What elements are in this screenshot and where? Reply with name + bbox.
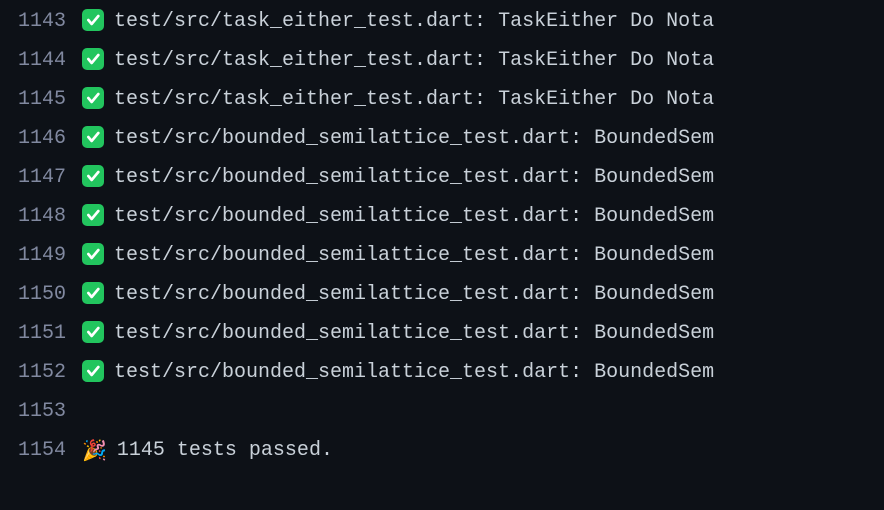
checkmark-icon (82, 87, 104, 109)
checkmark-icon (82, 282, 104, 304)
line-content: test/src/bounded_semilattice_test.dart: … (82, 314, 714, 353)
line-number: 1150 (0, 275, 82, 314)
line-number: 1154 (0, 431, 82, 470)
log-line: 1144 test/src/task_either_test.dart: Task… (0, 41, 884, 80)
log-line: 1150 test/src/bounded_semilattice_test.da… (0, 275, 884, 314)
line-text: test/src/bounded_semilattice_test.dart: … (114, 361, 714, 384)
log-line: 1153 (0, 392, 884, 431)
line-content: test/src/task_either_test.dart: TaskEith… (82, 41, 714, 80)
line-content: test/src/bounded_semilattice_test.dart: … (82, 119, 714, 158)
line-number: 1152 (0, 353, 82, 392)
line-text: test/src/bounded_semilattice_test.dart: … (114, 322, 714, 345)
line-text: test/src/bounded_semilattice_test.dart: … (114, 244, 714, 267)
checkmark-icon (82, 243, 104, 265)
line-number: 1149 (0, 236, 82, 275)
line-text: test/src/bounded_semilattice_test.dart: … (114, 283, 714, 306)
line-text: test/src/bounded_semilattice_test.dart: … (114, 205, 714, 228)
line-number: 1147 (0, 158, 82, 197)
checkmark-icon (82, 126, 104, 148)
line-content: test/src/bounded_semilattice_test.dart: … (82, 275, 714, 314)
line-content: test/src/bounded_semilattice_test.dart: … (82, 197, 714, 236)
checkmark-icon (82, 48, 104, 70)
line-text: 1145 tests passed. (117, 439, 333, 462)
log-line: 1152 test/src/bounded_semilattice_test.da… (0, 353, 884, 392)
line-number: 1145 (0, 80, 82, 119)
line-content: test/src/bounded_semilattice_test.dart: … (82, 236, 714, 275)
line-number: 1143 (0, 2, 82, 41)
line-content: test/src/task_either_test.dart: TaskEith… (82, 80, 714, 119)
line-number: 1144 (0, 41, 82, 80)
line-content: test/src/bounded_semilattice_test.dart: … (82, 353, 714, 392)
log-line: 1143 test/src/task_either_test.dart: Task… (0, 2, 884, 41)
log-line: 1145 test/src/task_either_test.dart: Task… (0, 80, 884, 119)
checkmark-icon (82, 360, 104, 382)
line-content: 🎉 1145 tests passed. (82, 431, 333, 472)
checkmark-icon (82, 9, 104, 31)
line-text: test/src/task_either_test.dart: TaskEith… (114, 10, 714, 33)
line-number: 1146 (0, 119, 82, 158)
checkmark-icon (82, 165, 104, 187)
log-line: 1151 test/src/bounded_semilattice_test.da… (0, 314, 884, 353)
log-line: 1149 test/src/bounded_semilattice_test.da… (0, 236, 884, 275)
party-popper-icon: 🎉 (82, 433, 107, 472)
line-number: 1151 (0, 314, 82, 353)
log-line: 1154🎉 1145 tests passed. (0, 431, 884, 470)
test-output-log: 1143 test/src/task_either_test.dart: Task… (0, 2, 884, 470)
checkmark-icon (82, 321, 104, 343)
line-number: 1148 (0, 197, 82, 236)
log-line: 1147 test/src/bounded_semilattice_test.da… (0, 158, 884, 197)
line-text: test/src/bounded_semilattice_test.dart: … (114, 127, 714, 150)
line-text: test/src/task_either_test.dart: TaskEith… (114, 88, 714, 111)
checkmark-icon (82, 204, 104, 226)
line-content: test/src/bounded_semilattice_test.dart: … (82, 158, 714, 197)
log-line: 1146 test/src/bounded_semilattice_test.da… (0, 119, 884, 158)
line-text: test/src/task_either_test.dart: TaskEith… (114, 49, 714, 72)
line-content: test/src/task_either_test.dart: TaskEith… (82, 2, 714, 41)
line-text: test/src/bounded_semilattice_test.dart: … (114, 166, 714, 189)
line-number: 1153 (0, 392, 82, 431)
log-line: 1148 test/src/bounded_semilattice_test.da… (0, 197, 884, 236)
